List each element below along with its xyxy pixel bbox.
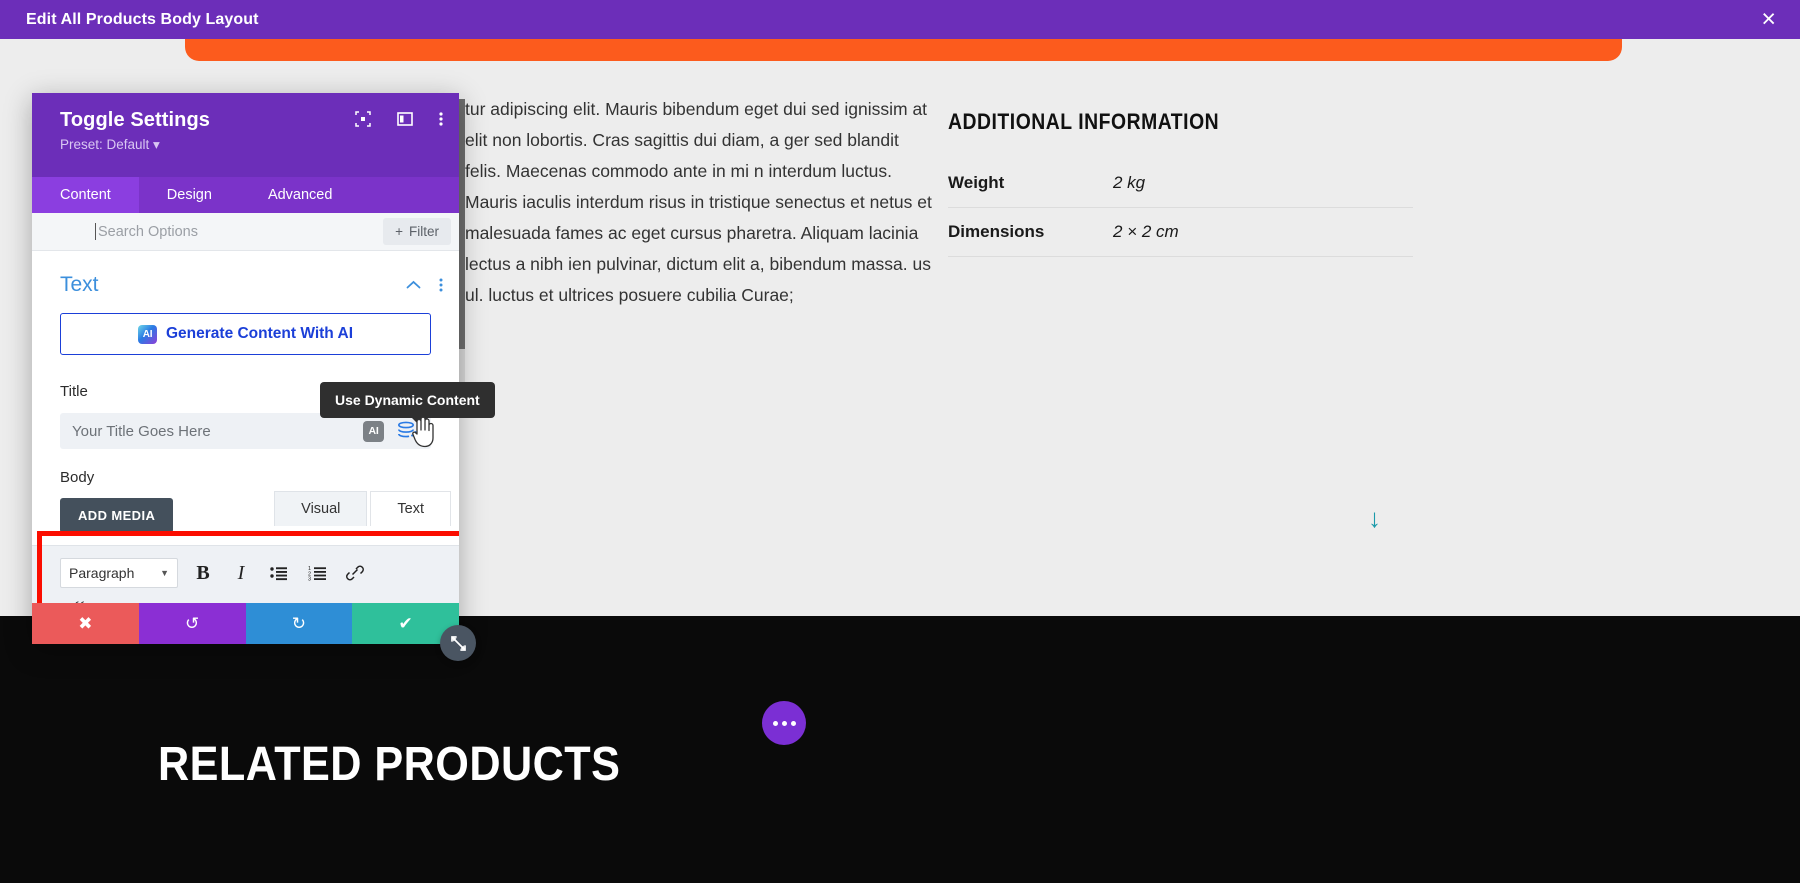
filter-button[interactable]: + Filter xyxy=(383,218,451,245)
dot xyxy=(772,720,778,726)
admin-top-bar: Edit All Products Body Layout × xyxy=(0,0,1800,39)
chevron-up-icon[interactable] xyxy=(406,277,421,294)
layout-icon[interactable] xyxy=(397,111,413,127)
toolbar-row-1: Paragraph ▼ B I 1 2 3 xyxy=(60,554,431,592)
row-value: 2 × 2 cm xyxy=(1113,207,1413,257)
format-select-value: Paragraph xyxy=(69,565,135,581)
modal-action-bar: ✖ ↺ ↻ ✔ xyxy=(32,603,459,644)
editor-mode-tabs: Visual Text xyxy=(274,491,451,526)
close-icon[interactable]: × xyxy=(1761,7,1776,32)
table-row: Weight 2 kg xyxy=(948,159,1413,208)
undo-button[interactable]: ↺ xyxy=(138,603,246,644)
related-products-section: RELATED PRODUCTS xyxy=(0,616,1800,883)
orange-header-bar xyxy=(185,39,1622,61)
numbered-list-icon[interactable]: 1 2 3 xyxy=(298,557,336,589)
section-title: Text xyxy=(60,273,99,296)
redo-button[interactable]: ↻ xyxy=(245,603,353,644)
ai-icon[interactable]: AI xyxy=(363,420,384,442)
dynamic-content-tooltip: Use Dynamic Content xyxy=(320,382,495,426)
additional-information-panel: ADDITIONAL INFORMATION Weight 2 kg Dimen… xyxy=(948,109,1413,257)
dot xyxy=(790,720,796,726)
modal-header-icons xyxy=(355,111,443,127)
cancel-button[interactable]: ✖ xyxy=(32,603,139,644)
title-input[interactable] xyxy=(72,422,363,440)
page-canvas: tur adipiscing elit. Mauris bibendum ege… xyxy=(0,39,1800,883)
page-title: Edit All Products Body Layout xyxy=(26,10,259,28)
chevron-down-icon: ▼ xyxy=(160,568,169,578)
tab-text[interactable]: Text xyxy=(370,491,451,526)
table-row: Dimensions 2 × 2 cm xyxy=(948,207,1413,257)
resize-icon[interactable] xyxy=(440,625,476,661)
tab-visual[interactable]: Visual xyxy=(274,491,368,526)
filter-label: Filter xyxy=(409,224,439,239)
plus-icon: + xyxy=(395,224,403,239)
generate-content-with-ai-button[interactable]: AI Generate Content With AI xyxy=(60,313,431,355)
tab-design[interactable]: Design xyxy=(139,177,240,213)
additional-information-heading: ADDITIONAL INFORMATION xyxy=(948,109,1220,134)
body-label: Body xyxy=(60,469,95,486)
related-products-heading: RELATED PRODUCTS xyxy=(158,738,621,791)
toggle-settings-modal: Toggle Settings Preset: Default ▾ Conten… xyxy=(32,93,459,644)
additional-information-table: Weight 2 kg Dimensions 2 × 2 cm xyxy=(948,159,1413,257)
modal-header: Toggle Settings Preset: Default ▾ xyxy=(32,93,459,177)
modal-body: Text AI Generate Content With AI Title Y… xyxy=(32,251,459,644)
section-kebab-icon[interactable] xyxy=(439,277,443,293)
italic-icon[interactable]: I xyxy=(222,557,260,589)
dot xyxy=(781,720,787,726)
tab-advanced[interactable]: Advanced xyxy=(240,177,361,213)
row-key: Weight xyxy=(948,159,1113,208)
bold-icon[interactable]: B xyxy=(184,557,222,589)
format-select[interactable]: Paragraph ▼ xyxy=(60,558,178,588)
search-row: + Filter xyxy=(32,213,459,251)
bulleted-list-icon[interactable] xyxy=(260,557,298,589)
tab-content[interactable]: Content xyxy=(32,177,139,213)
svg-text:3: 3 xyxy=(308,577,311,582)
product-description: tur adipiscing elit. Mauris bibendum ege… xyxy=(465,94,935,311)
ellipsis-button[interactable] xyxy=(762,701,806,745)
expand-icon[interactable] xyxy=(355,111,371,127)
kebab-icon[interactable] xyxy=(439,111,443,127)
generate-ai-label: Generate Content With AI xyxy=(165,325,353,342)
text-caret xyxy=(95,223,96,240)
search-input[interactable] xyxy=(32,223,384,240)
row-key: Dimensions xyxy=(948,207,1113,257)
ai-icon: AI xyxy=(137,324,157,344)
title-input-wrapper: AI xyxy=(60,413,431,449)
link-icon[interactable] xyxy=(336,557,374,589)
description-paragraph: tur adipiscing elit. Mauris bibendum ege… xyxy=(465,99,932,305)
row-value: 2 kg xyxy=(1113,159,1413,208)
scroll-down-icon[interactable]: ↓ xyxy=(1368,505,1381,531)
modal-tabs: Content Design Advanced xyxy=(32,177,459,213)
modal-preset-selector[interactable]: Preset: Default ▾ xyxy=(60,137,441,153)
text-section-header: Text xyxy=(32,251,459,313)
add-media-button[interactable]: ADD MEDIA xyxy=(60,498,174,533)
